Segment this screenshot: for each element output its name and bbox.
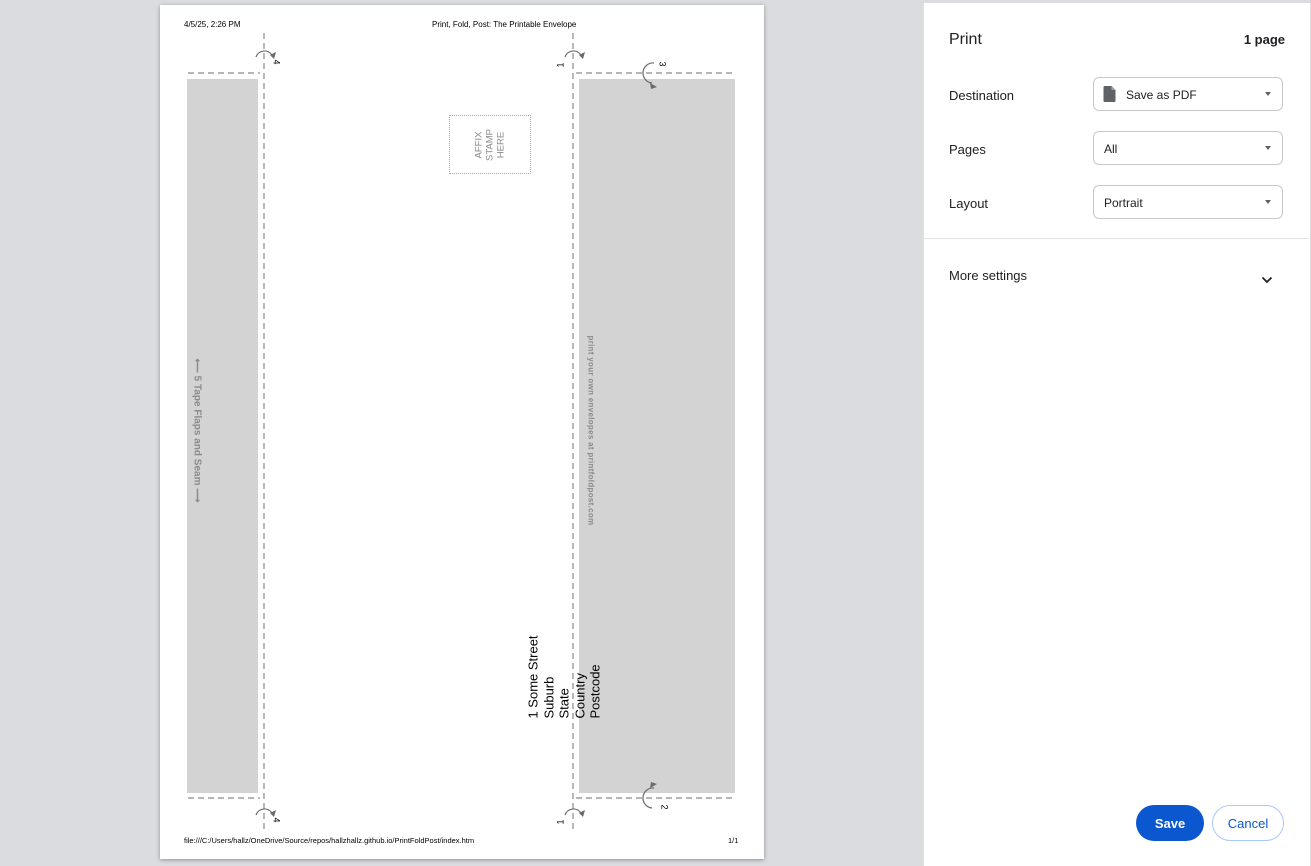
file-icon [1103,86,1116,105]
fold-number: 1 [555,62,566,68]
fold-number: 4 [271,817,282,823]
cancel-button[interactable]: Cancel [1212,805,1284,841]
section-divider [924,238,1309,239]
destination-select[interactable]: Save as PDF [1093,77,1283,111]
chevron-down-icon[interactable] [1261,271,1273,289]
panel-title: Print [949,31,982,48]
dropdown-caret-icon [1265,200,1271,204]
dropdown-caret-icon [1265,92,1271,96]
fold-number: 3 [657,61,668,67]
pages-select[interactable]: All [1093,131,1283,165]
preview-page: 4/5/25, 2:26 PM Print, Fold, Post: The P… [160,5,764,859]
pages-value: All [1104,142,1118,156]
fold-number: 1 [555,819,566,825]
fold-number: 2 [659,804,670,810]
print-settings-panel: Print 1 page Destination Save as PDF Pag… [923,3,1310,866]
fold-guides [188,33,736,831]
save-button[interactable]: Save [1136,805,1204,841]
pages-label: Pages [949,142,986,157]
fold-number: 4 [271,59,282,65]
footer-page: 1/1 [728,836,739,845]
footer-url: file:///C:/Users/hallz/OneDrive/Source/r… [184,836,475,845]
page-count: 1 page [1243,32,1285,47]
layout-label: Layout [949,196,989,211]
destination-value: Save as PDF [1126,88,1197,102]
dropdown-caret-icon [1265,146,1271,150]
more-settings-toggle[interactable]: More settings [949,268,1027,283]
layout-select[interactable]: Portrait [1093,185,1283,219]
layout-value: Portrait [1104,196,1143,210]
print-preview-area: 4/5/25, 2:26 PM Print, Fold, Post: The P… [0,0,923,866]
destination-label: Destination [949,88,1015,103]
